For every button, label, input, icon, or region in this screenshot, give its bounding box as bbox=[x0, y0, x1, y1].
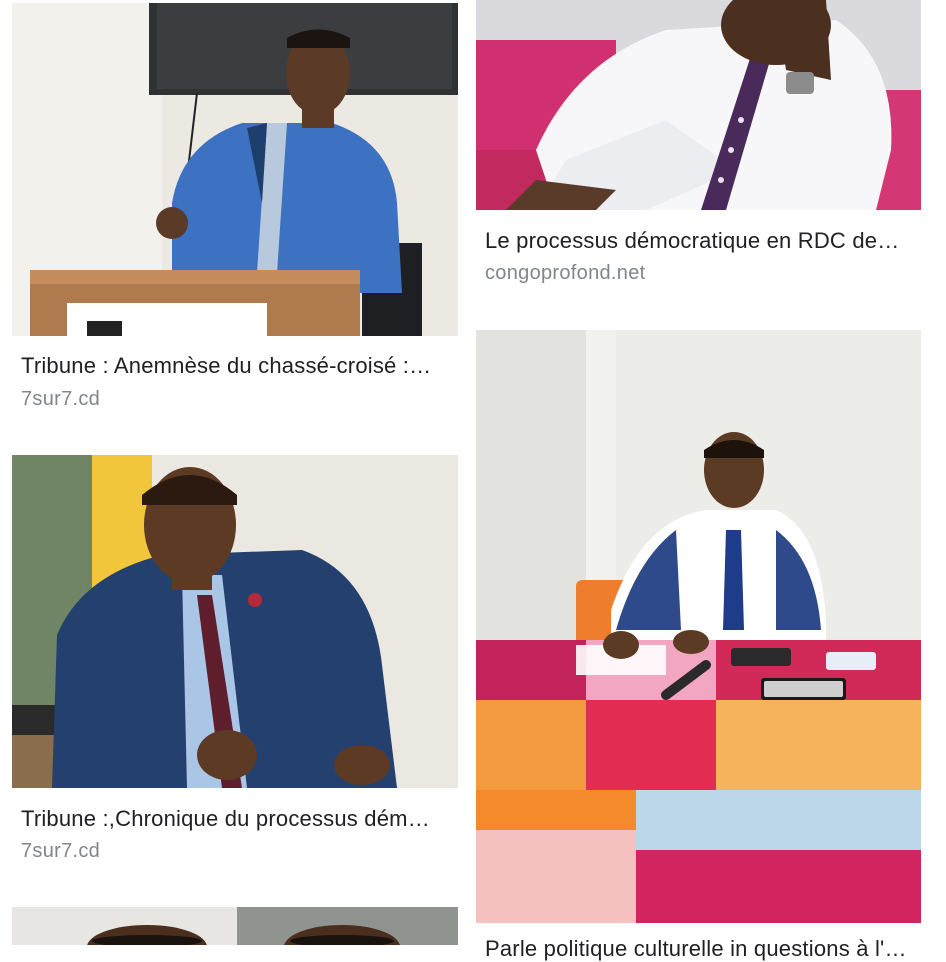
man-in-blue-suit-photo bbox=[12, 455, 458, 788]
two-men-portrait-photo bbox=[12, 907, 458, 945]
result-title[interactable]: Le processus démocratique en RDC de… bbox=[485, 228, 910, 254]
result-title[interactable]: Tribune : Anemnèse du chassé-croisé :… bbox=[21, 353, 446, 379]
man-seated-pink-chair-photo bbox=[476, 0, 921, 210]
result-thumbnail[interactable] bbox=[12, 3, 458, 336]
result-thumbnail[interactable] bbox=[476, 330, 921, 923]
result-title[interactable]: Tribune :,Chronique du processus dém… bbox=[21, 806, 446, 832]
result-thumbnail[interactable] bbox=[12, 907, 458, 945]
result-source: 7sur7.cd bbox=[21, 388, 101, 410]
man-at-desk-photo bbox=[476, 330, 921, 923]
result-thumbnail[interactable] bbox=[12, 455, 458, 788]
result-title[interactable]: Parle politique culturelle in questions … bbox=[485, 936, 910, 962]
result-thumbnail[interactable] bbox=[476, 0, 921, 210]
result-source: 7sur7.cd bbox=[21, 840, 101, 862]
result-source: congoprofond.net bbox=[485, 262, 646, 284]
man-at-podium-photo bbox=[12, 3, 458, 336]
